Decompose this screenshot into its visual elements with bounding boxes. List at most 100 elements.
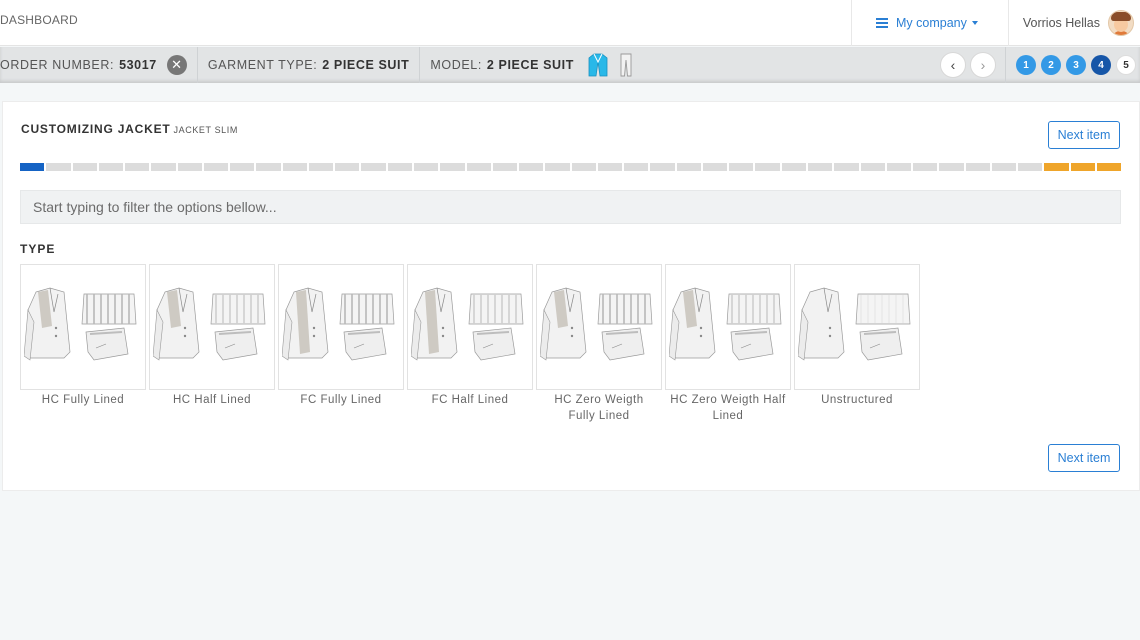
- option-card[interactable]: FC Half Lined: [407, 264, 533, 424]
- progress-segment: [46, 163, 71, 171]
- progress-segment: [597, 163, 623, 171]
- order-info-bar: ORDER NUMBER: 53017 ✕ GARMENT TYPE: 2 PI…: [0, 47, 1140, 83]
- option-label: FC Fully Lined: [300, 394, 382, 406]
- item-pager: ‹ ›: [940, 52, 996, 78]
- step-3[interactable]: 3: [1066, 55, 1086, 75]
- top-navbar: DASHBOARD My company Vorrios Hellas: [0, 0, 1140, 46]
- progress-segment: [676, 163, 701, 171]
- progress-segment: [361, 163, 386, 171]
- section-label: TYPE: [20, 242, 56, 256]
- progress-segment: [1044, 163, 1069, 171]
- progress-segment: [440, 163, 465, 171]
- model: MODEL: 2 PIECE SUIT: [420, 47, 642, 83]
- progress-segment: [1096, 163, 1122, 171]
- option-card[interactable]: HC Zero Weigth Fully Lined: [536, 264, 662, 424]
- dashboard-link[interactable]: DASHBOARD: [0, 13, 78, 27]
- progress-segment: [20, 163, 45, 171]
- progress-segment: [1018, 163, 1043, 171]
- progress-segment: [282, 163, 307, 171]
- progress-segment: [702, 163, 728, 171]
- progress-segment: [72, 163, 97, 171]
- progress-segment: [125, 163, 150, 171]
- option-label: HC Zero Weigth Fully Lined: [554, 394, 644, 422]
- progress-segment: [729, 163, 754, 171]
- progress-segment: [965, 163, 990, 171]
- progress-segment: [913, 163, 938, 171]
- nav-right: My company Vorrios Hellas: [851, 0, 1140, 46]
- option-thumbnail[interactable]: [20, 264, 146, 390]
- progress-segment: [571, 163, 596, 171]
- option-thumbnail[interactable]: [665, 264, 791, 390]
- step-indicator: 12345: [1005, 47, 1136, 83]
- progress-segment: [991, 163, 1017, 171]
- progress-segment: [939, 163, 964, 171]
- user-menu[interactable]: Vorrios Hellas: [1007, 0, 1140, 46]
- option-thumbnail[interactable]: [149, 264, 275, 390]
- model-value: 2 PIECE SUIT: [486, 58, 574, 72]
- step-1[interactable]: 1: [1016, 55, 1036, 75]
- garment-type: GARMENT TYPE: 2 PIECE SUIT: [198, 47, 421, 83]
- progress-segment: [151, 163, 176, 171]
- progress-segment: [177, 163, 202, 171]
- next-arrow-icon[interactable]: ›: [970, 52, 996, 78]
- next-item-button-top[interactable]: Next item: [1048, 121, 1120, 149]
- model-icons: [588, 53, 632, 77]
- progress-segment: [230, 163, 255, 171]
- progress-segment: [781, 163, 806, 171]
- progress-segment: [256, 163, 281, 171]
- progress-segment: [466, 163, 491, 171]
- step-2[interactable]: 2: [1041, 55, 1061, 75]
- progress-segment: [886, 163, 912, 171]
- option-label: HC Zero Weigth Half Lined: [670, 394, 786, 422]
- option-label: Unstructured: [821, 394, 893, 406]
- option-card[interactable]: HC Zero Weigth Half Lined: [665, 264, 791, 424]
- option-thumbnail[interactable]: [536, 264, 662, 390]
- progress-segment: [203, 163, 229, 171]
- avatar: [1108, 10, 1134, 36]
- progress-segment: [98, 163, 124, 171]
- progress-segment: [1070, 163, 1095, 171]
- progress-segment: [807, 163, 833, 171]
- option-list: HC Fully Lined HC Half Lined FC Fully Line…: [20, 264, 920, 424]
- option-label: HC Half Lined: [172, 394, 252, 406]
- step-5[interactable]: 5: [1116, 55, 1136, 75]
- close-circle-icon[interactable]: ✕: [166, 55, 187, 75]
- prev-arrow-icon[interactable]: ‹: [940, 52, 966, 78]
- progress-segment: [834, 163, 859, 171]
- customize-panel: CUSTOMIZING JACKET JACKET SLIM Next item …: [2, 101, 1140, 491]
- option-thumbnail[interactable]: [407, 264, 533, 390]
- option-card[interactable]: HC Fully Lined: [20, 264, 146, 424]
- progress-segment: [413, 163, 439, 171]
- order-number: ORDER NUMBER: 53017 ✕: [0, 47, 198, 83]
- order-number-value: 53017: [119, 58, 157, 72]
- next-item-button-bottom[interactable]: Next item: [1048, 444, 1120, 472]
- option-card[interactable]: HC Half Lined: [149, 264, 275, 424]
- page-title: CUSTOMIZING JACKET JACKET SLIM: [21, 122, 238, 136]
- page-subtitle: JACKET SLIM: [173, 125, 238, 135]
- progress-segment: [492, 163, 518, 171]
- option-card[interactable]: Unstructured: [794, 264, 920, 424]
- progress-segment: [308, 163, 334, 171]
- option-card[interactable]: FC Fully Lined: [278, 264, 404, 424]
- progress-segment: [335, 163, 360, 171]
- pants-icon[interactable]: [620, 53, 632, 77]
- company-dropdown[interactable]: My company: [851, 0, 1008, 46]
- menu-icon: [876, 16, 889, 30]
- option-thumbnail[interactable]: [794, 264, 920, 390]
- progress-segment: [860, 163, 885, 171]
- garment-type-value: 2 PIECE SUIT: [322, 58, 410, 72]
- company-name: My company: [896, 16, 967, 30]
- option-label: HC Fully Lined: [41, 394, 125, 406]
- jacket-icon[interactable]: [588, 53, 608, 77]
- progress-segment: [650, 163, 675, 171]
- filter-input[interactable]: [20, 190, 1121, 224]
- progress-segment: [387, 163, 412, 171]
- progress-segment: [755, 163, 780, 171]
- progress-bar: [20, 163, 1122, 171]
- progress-segment: [519, 163, 544, 171]
- progress-segment: [624, 163, 649, 171]
- caret-down-icon: [971, 21, 978, 25]
- option-thumbnail[interactable]: [278, 264, 404, 390]
- step-4[interactable]: 4: [1091, 55, 1111, 75]
- progress-segment: [545, 163, 570, 171]
